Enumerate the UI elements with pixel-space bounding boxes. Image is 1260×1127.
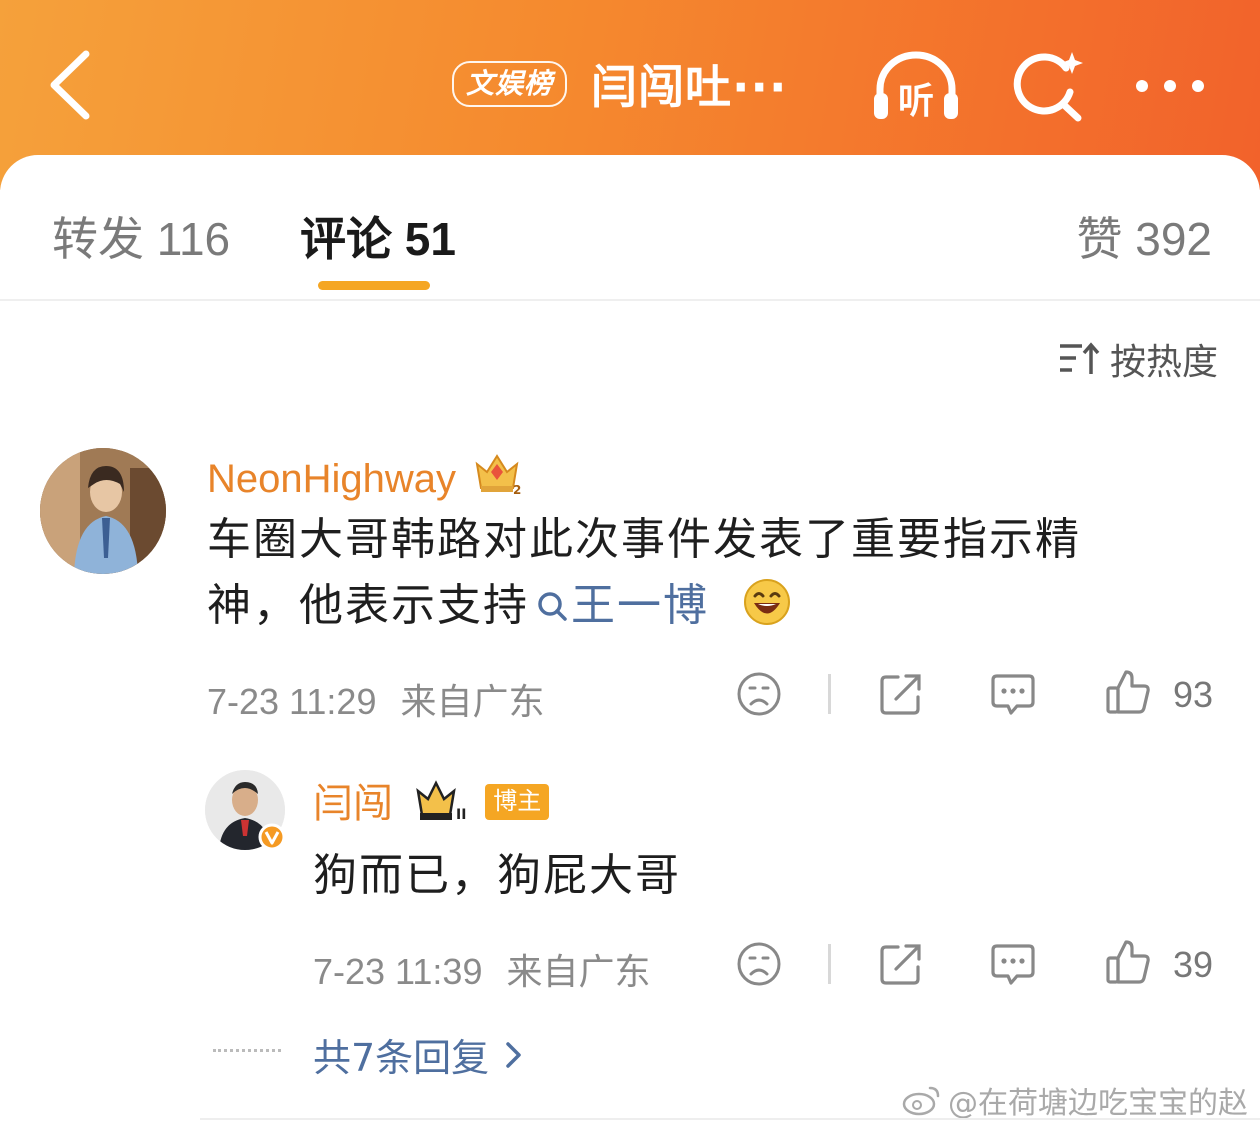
divider	[200, 1118, 1260, 1120]
thread-dots	[213, 1049, 281, 1052]
more-button[interactable]	[1122, 46, 1218, 126]
search-button[interactable]	[1000, 46, 1096, 126]
divider	[0, 299, 1260, 301]
comment-bubble-icon	[991, 674, 1035, 715]
sad-face-icon	[737, 672, 781, 716]
like-count: 93	[1173, 674, 1214, 715]
crown-level-2-icon: II	[416, 780, 467, 823]
page-title: 闫闯吐···	[591, 60, 788, 114]
view-replies-link[interactable]: 共7条回复	[313, 1027, 523, 1082]
like-button[interactable]	[1103, 937, 1153, 987]
tab-bar: 转发 116 评论 51 赞 392	[0, 155, 1260, 301]
thumbs-up-icon	[1106, 670, 1150, 714]
dislike-button[interactable]	[735, 940, 783, 988]
reply-meta: 7-23 11:39 来自广东	[313, 951, 651, 992]
crown-level-2-icon: 2	[475, 454, 522, 497]
dislike-button[interactable]	[735, 670, 783, 718]
svg-text:II: II	[456, 807, 466, 823]
share-button[interactable]	[877, 940, 925, 988]
search-sparkle-icon	[1013, 52, 1083, 122]
comments-card: 转发 116 评论 51 赞 392 按热度 NeonHighway 2 车圈大…	[0, 155, 1260, 1127]
headphones-icon: 听	[874, 51, 958, 122]
comment-bubble-icon	[991, 944, 1035, 985]
share-button[interactable]	[877, 670, 925, 718]
tab-comment[interactable]: 评论 51	[300, 203, 456, 269]
sort-label: 按热度	[1109, 342, 1218, 383]
like-button[interactable]	[1103, 667, 1153, 717]
comment-username[interactable]: NeonHighway 2	[207, 450, 522, 502]
header-title-group[interactable]: 文娱榜 闫闯吐···	[452, 56, 787, 114]
reply-button[interactable]	[989, 940, 1037, 988]
sad-face-icon	[737, 942, 781, 986]
sort-toggle[interactable]: 按热度	[1058, 333, 1218, 385]
chevron-right-icon	[506, 1041, 521, 1068]
comment-meta: 7-23 11:29 来自广东	[207, 681, 545, 722]
tab-like[interactable]: 赞 392	[1076, 203, 1212, 269]
tab-repost[interactable]: 转发 116	[52, 203, 230, 269]
divider	[828, 944, 831, 984]
thumbs-up-icon	[1106, 940, 1150, 984]
like-count: 39	[1173, 944, 1214, 985]
listen-label: 听	[898, 81, 934, 122]
share-icon	[880, 674, 921, 715]
reply-button[interactable]	[989, 670, 1037, 718]
reply-username[interactable]: 闫闯 II 博主	[313, 771, 550, 829]
watermark: @在荷塘边吃宝宝的赵	[902, 1078, 1248, 1122]
active-tab-indicator	[318, 281, 430, 290]
svg-text:2: 2	[513, 483, 521, 497]
divider	[828, 674, 831, 714]
share-icon	[880, 944, 921, 985]
reply-text: 狗而已，狗屁大哥	[313, 850, 681, 901]
chevron-left-icon	[50, 50, 90, 120]
avatar-image	[40, 448, 166, 574]
search-icon	[538, 592, 567, 621]
comment-text: 车圈大哥韩路对此次事件发表了重要指示精神，他表示支持 王一博	[207, 514, 1081, 631]
avatar[interactable]	[40, 448, 166, 574]
back-button[interactable]	[40, 45, 100, 125]
blogger-badge: 博主	[485, 784, 550, 820]
topic-link[interactable]: 王一博	[529, 580, 709, 631]
more-icon	[1136, 80, 1204, 92]
listen-button[interactable]: 听	[868, 46, 964, 126]
ranking-tag[interactable]: 文娱榜	[452, 61, 568, 107]
sort-icon	[1059, 342, 1100, 374]
laughing-emoji-icon	[744, 579, 790, 625]
verified-v-icon	[258, 823, 286, 851]
weibo-logo-icon	[902, 1086, 940, 1116]
